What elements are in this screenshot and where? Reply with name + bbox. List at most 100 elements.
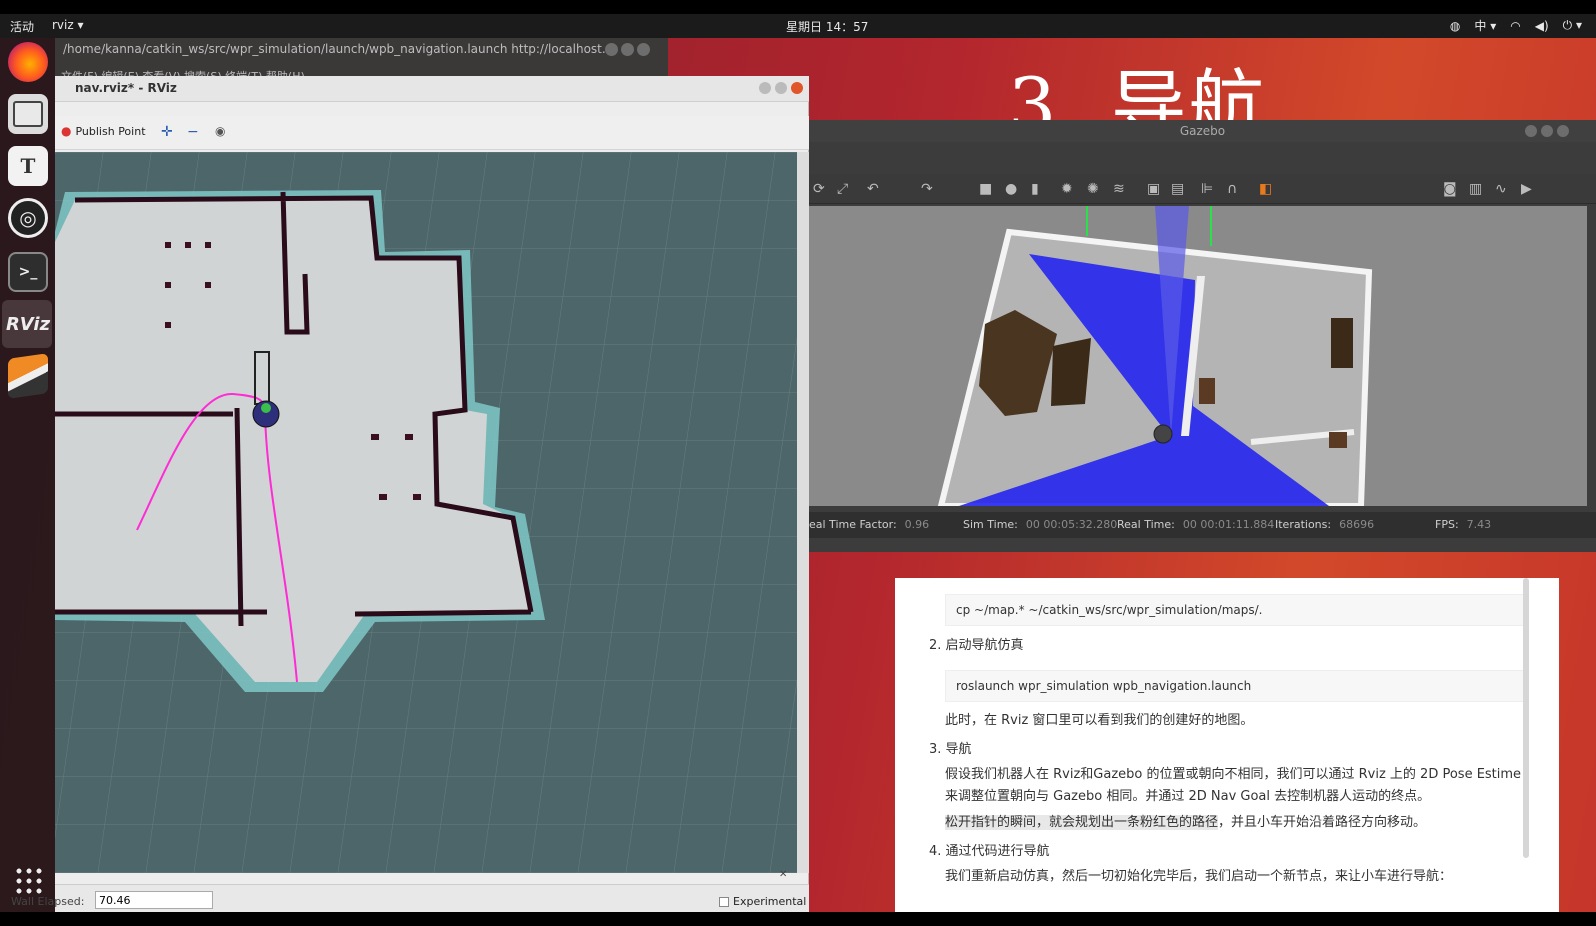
top-bar: 活动 rviz ▾ 星期日 14：57 ◍ 中 ▾ ◠ ◀) ⏻ ▾ [0,14,1596,38]
small-cabinet [1199,378,1215,404]
rviz-minimize-button[interactable] [759,82,771,94]
gazebo-maximize-button[interactable] [1541,125,1553,137]
chair-right [1331,318,1353,368]
cylinder-shape-icon[interactable]: ▮ [1031,181,1039,197]
document-scrollbar[interactable] [1523,578,1529,858]
experimental-toggle[interactable]: Experimental [719,895,806,908]
fps: FPS: 7.43 [1435,518,1492,531]
list-item-4: 4. 通过代码进行导航 [929,844,1050,859]
terminal-maximize-button[interactable] [621,43,634,56]
sim-time: Sim Time: 00 00:05:32.280 [963,518,1118,531]
log-icon[interactable]: ▥ [1469,181,1482,197]
color-tool-icon[interactable]: ◧ [1259,181,1272,197]
real-time-factor: eal Time Factor: 0.96 [809,518,930,531]
rviz-3d-viewport[interactable] [55,152,797,873]
spot-light-icon[interactable]: ✺ [1087,181,1099,197]
simulation-view [809,206,1587,506]
wifi-icon[interactable]: ◠ [1510,19,1520,33]
list-item-2: 2. 启动导航仿真 [929,638,1024,653]
experimental-checkbox[interactable] [719,896,729,907]
rviz-window[interactable]: nav.rviz* - RViz ● Publish Point ✛ − ◉ W… [11,76,809,912]
remove-tool-icon[interactable]: − [187,124,199,140]
code-block-copy-map: cp ~/map.* ~/catkin_ws/src/wpr_simulatio… [945,594,1527,626]
snap-icon[interactable]: ∩ [1227,181,1237,197]
box-shape-icon[interactable]: ■ [979,181,992,197]
gazebo-toolbar: ⟳ ⤢ ↶ ↷ ■ ● ▮ ✹ ✺ ≋ ▣ ▤ ⊫ ∩ ◧ ◙ ▥ ∿ ▶ [809,174,1596,204]
screenshot-icon[interactable]: ◙ [1443,181,1457,197]
terminal-close-button[interactable] [637,43,650,56]
scale-tool-icon[interactable]: ⤢ [837,181,848,197]
tool-properties-icon[interactable]: ◉ [215,124,225,138]
gazebo-icon[interactable] [8,353,48,399]
rviz-time-panel: Wall Elapsed: Experimental ✕ [11,869,809,912]
panel-close-icon[interactable]: ✕ [779,869,787,880]
highlighted-text: 松开指针的瞬间，就会规划出一条粉红色的路径 [945,815,1219,830]
show-applications-icon[interactable] [14,866,42,894]
list-item-3: 3. 导航 [929,742,972,757]
firefox-icon[interactable] [8,42,48,82]
gazebo-close-button[interactable] [1557,125,1569,137]
app-menu[interactable]: rviz ▾ [52,18,84,32]
sphere-shape-icon[interactable]: ● [1005,181,1017,197]
terminal-title: /home/kanna/catkin_ws/src/wpr_simulation… [63,42,614,56]
add-tool-icon[interactable]: ✛ [161,124,173,140]
terminal-minimize-button[interactable] [605,43,618,56]
iterations: Iterations: 68696 [1275,518,1375,531]
undo-icon[interactable]: ↶ [867,181,879,197]
publish-point-tool[interactable]: ● Publish Point [61,124,146,138]
rviz-maximize-button[interactable] [775,82,787,94]
clock[interactable]: 星期日 14：57 [786,18,868,35]
paste-icon[interactable]: ▤ [1171,181,1184,197]
map-view [55,152,797,873]
paragraph-path-planning-rest: ，并且小车开始沿着路径方向移动。 [1218,815,1427,830]
paragraph-pose-estimate: 假设我们机器人在 Rviz和Gazebo 的位置或朝向不相同，我们可以通过 Rv… [945,767,1522,804]
gazebo-minimize-button[interactable] [1525,125,1537,137]
gazebo-3d-scene[interactable] [809,206,1587,506]
gazebo-title: Gazebo [1179,124,1226,138]
code-block-roslaunch: roslaunch wpr_simulation wpb_navigation.… [945,670,1527,702]
tutorial-document[interactable]: cp ~/map.* ~/catkin_ws/src/wpr_simulatio… [895,578,1559,912]
plot-icon[interactable]: ∿ [1495,181,1507,197]
rviz-side-panel-handle[interactable] [797,152,809,873]
volume-icon[interactable]: ◀) [1535,19,1549,33]
publish-point-label: Publish Point [75,124,146,138]
system-tray: ◍ 中 ▾ ◠ ◀) ⏻ ▾ [1450,17,1582,34]
directional-light-icon[interactable]: ≋ [1113,181,1125,197]
robot-model [1153,424,1173,444]
obs-icon[interactable]: ◎ [8,198,48,238]
rviz-titlebar[interactable]: nav.rviz* - RViz [55,76,809,102]
map-pin-icon: ● [61,124,72,138]
experimental-label: Experimental [733,895,807,908]
rotate-tool-icon[interactable]: ⟳ [813,181,825,197]
obs-tray-icon[interactable]: ◍ [1450,19,1460,33]
dock: T ◎ >_ RViz [0,38,55,912]
file-manager-icon[interactable] [8,94,48,134]
rviz-toolbar: ● Publish Point ✛ − ◉ [55,116,809,150]
point-light-icon[interactable]: ✹ [1061,181,1073,197]
activities-button[interactable]: 活动 [10,18,34,35]
small-box [1329,432,1347,448]
gazebo-window[interactable]: Gazebo ⟳ ⤢ ↶ ↷ ■ ● ▮ ✹ ✺ ≋ ▣ ▤ ⊫ ∩ ◧ ◙ ▥… [809,120,1596,552]
power-icon[interactable]: ⏻ ▾ [1563,18,1582,33]
table [1051,338,1091,406]
text-editor-icon[interactable]: T [8,146,48,186]
redo-icon[interactable]: ↷ [921,181,933,197]
code-roslaunch-text: roslaunch wpr_simulation wpb_navigation.… [956,679,1252,693]
paragraph-code-navigation: 我们重新启动仿真，然后一切初始化完毕后，我们启动一个新节点，来让小车进行导航： [945,869,1453,884]
rviz-title: nav.rviz* - RViz [75,81,177,95]
copy-icon[interactable]: ▣ [1147,181,1160,197]
input-method-menu[interactable]: 中 ▾ [1474,17,1496,34]
wall-elapsed-label: Wall Elapsed: [11,895,85,908]
gazebo-titlebar[interactable]: Gazebo [809,120,1596,142]
rviz-icon[interactable]: RViz [6,304,50,344]
paragraph-path-planning: 松开指针的瞬间，就会规划出一条粉红色的路径，并且小车开始沿着路径方向移动。 [945,812,1525,834]
paragraph-map-visible: 此时，在 Rviz 窗口里可以看到我们的创建好的地图。 [945,713,1254,728]
code-copy-map-text: cp ~/map.* ~/catkin_ws/src/wpr_simulatio… [956,603,1263,617]
wall-elapsed-field[interactable] [95,891,213,909]
rviz-close-button[interactable] [791,82,803,94]
video-record-icon[interactable]: ▶ [1521,181,1532,197]
terminal-icon[interactable]: >_ [8,252,48,292]
real-time: Real Time: 00 00:01:11.884 [1117,518,1275,531]
gazebo-status-bar: eal Time Factor: 0.96 Sim Time: 00 00:05:3… [809,512,1596,538]
align-icon[interactable]: ⊫ [1201,181,1213,197]
